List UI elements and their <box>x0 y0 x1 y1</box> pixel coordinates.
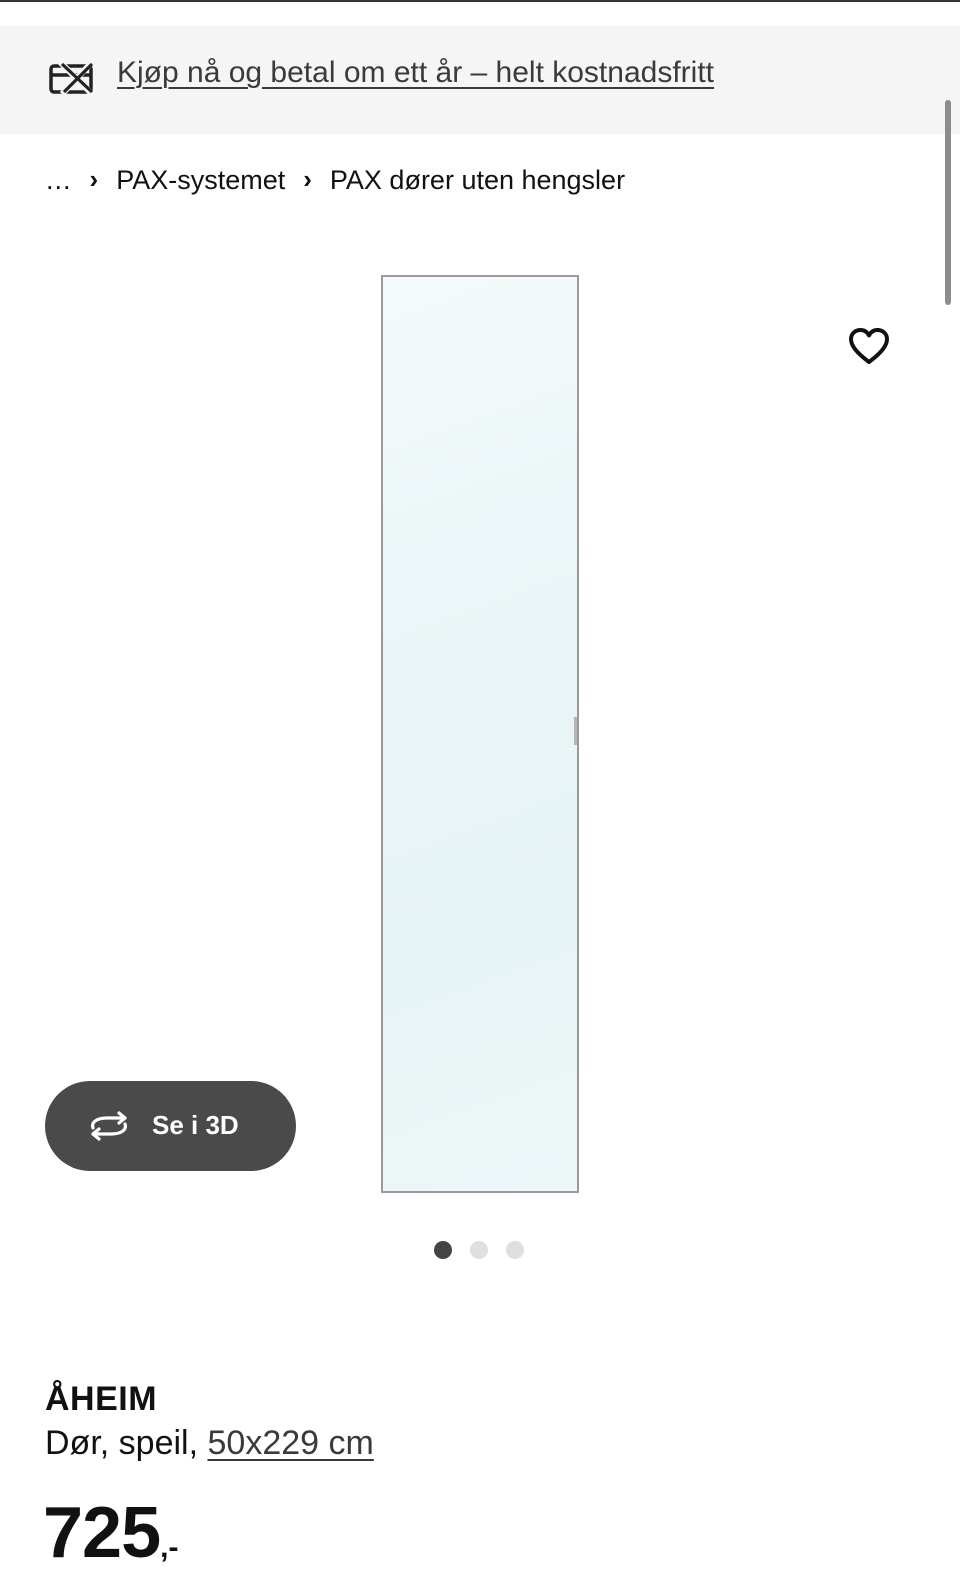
breadcrumb-ellipsis[interactable]: ... <box>46 165 72 196</box>
view-3d-label: Se i 3D <box>152 1110 239 1140</box>
chevron-right-icon: › <box>303 163 312 194</box>
top-divider <box>0 0 960 2</box>
breadcrumb: ... › PAX-systemet › PAX dører uten heng… <box>46 162 625 198</box>
image-pagination <box>434 1241 524 1261</box>
promo-banner[interactable]: Kjøp nå og betal om ett år – helt kostna… <box>0 26 960 134</box>
chevron-right-icon: › <box>89 163 99 194</box>
pagination-dot-1[interactable] <box>434 1241 452 1259</box>
scrollbar[interactable] <box>945 100 951 305</box>
breadcrumb-item-pax-systemet[interactable]: PAX-systemet <box>116 165 285 196</box>
product-size-link[interactable]: 50x229 cm <box>208 1424 374 1462</box>
product-image-mirror-door[interactable] <box>381 275 579 1193</box>
pagination-dot-2[interactable] <box>470 1241 488 1259</box>
product-name: ÅHEIM <box>45 1380 158 1418</box>
card-crossed-icon <box>49 59 95 97</box>
price-integer: 725 <box>43 1493 161 1573</box>
promo-link[interactable]: Kjøp nå og betal om ett år – helt kostna… <box>117 56 714 90</box>
favorite-button[interactable] <box>845 323 893 369</box>
price-suffix: ,- <box>160 1531 179 1564</box>
rotate-3d-icon <box>91 1111 127 1141</box>
view-3d-button[interactable]: Se i 3D <box>45 1081 296 1171</box>
heart-outline-icon <box>849 328 889 364</box>
breadcrumb-item-pax-doors[interactable]: PAX dører uten hengsler <box>330 165 625 196</box>
pagination-dot-3[interactable] <box>506 1241 524 1259</box>
product-description: Dør, speil, 50x229 cm <box>45 1424 374 1463</box>
product-type: Dør, speil, <box>45 1424 199 1462</box>
product-price: 725 ,- <box>43 1497 178 1569</box>
